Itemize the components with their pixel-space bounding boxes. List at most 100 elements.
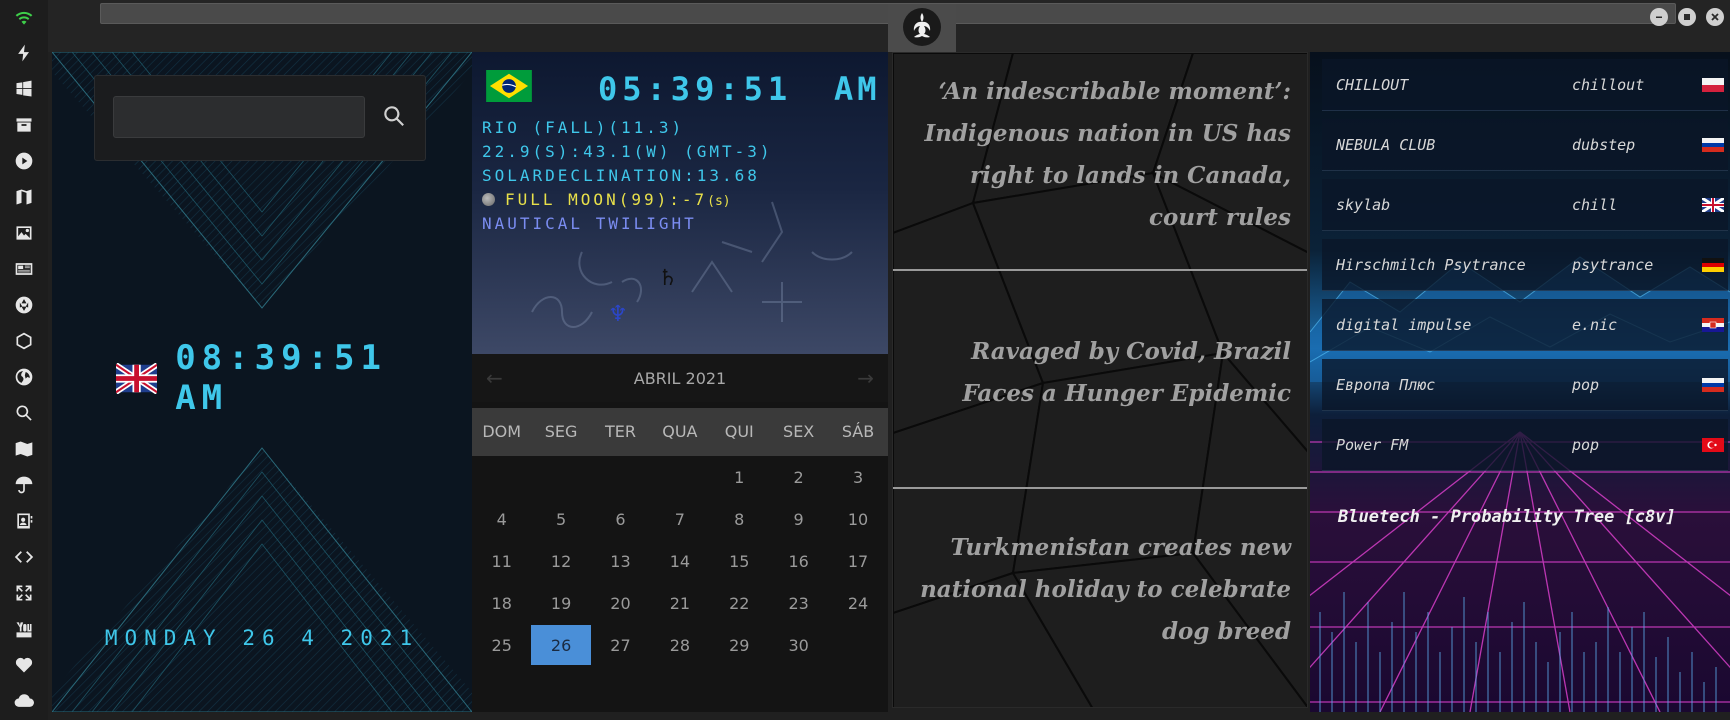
top-bar <box>48 0 1730 52</box>
weekday-label: SEX <box>783 422 815 441</box>
calendar-day[interactable]: 1 <box>710 456 769 498</box>
expand-icon[interactable] <box>12 581 36 605</box>
radio-station-row[interactable]: skylab chill <box>1322 179 1728 231</box>
heart-icon[interactable] <box>12 653 36 677</box>
uk-time: 08:39:51 AM <box>175 338 387 418</box>
next-month-button[interactable]: → <box>857 366 874 390</box>
calendar-day <box>650 456 709 498</box>
calendar-month-title[interactable]: ABRIL 2021 <box>634 369 726 388</box>
calendar-day[interactable]: 24 <box>828 582 887 624</box>
russia-flag-icon <box>1702 137 1724 152</box>
prev-month-button[interactable]: ← <box>486 366 503 390</box>
brazil-flag-icon <box>486 70 532 102</box>
code-icon[interactable] <box>12 545 36 569</box>
radio-station-row[interactable]: Европа Плюс pop <box>1322 359 1728 411</box>
location-line: RIO (FALL)(11.3) <box>482 118 685 137</box>
news-headline[interactable]: Ravaged by Covid, Brazil Faces a Hunger … <box>893 331 1307 415</box>
hexagon-icon[interactable] <box>12 329 36 353</box>
station-name: NEBULA CLUB <box>1336 135 1436 154</box>
calendar-week-row: 123 <box>472 456 888 498</box>
play-icon[interactable] <box>12 149 36 173</box>
news-icon[interactable] <box>12 257 36 281</box>
calendar-day[interactable]: 13 <box>591 540 650 582</box>
uk-clock: 08:39:51 AM <box>116 338 436 418</box>
weekday-header: DOM SEG TER QUA QUI SEX SÁB <box>472 408 888 456</box>
radio-station-row[interactable]: digital impulse e.nic <box>1322 299 1728 351</box>
calendar-day[interactable]: 29 <box>710 624 769 666</box>
weekday-label: DOM <box>482 422 522 441</box>
station-name: Европа Плюс <box>1336 375 1436 394</box>
calendar-header: ← ABRIL 2021 → <box>472 354 888 402</box>
umbrella-icon[interactable] <box>12 473 36 497</box>
calendar-day[interactable]: 18 <box>472 582 531 624</box>
calendar-day[interactable]: 27 <box>591 624 650 666</box>
search-button[interactable] <box>377 98 411 134</box>
calendar-day-today[interactable]: 26 <box>531 625 591 665</box>
calendar-day[interactable]: 10 <box>828 498 887 540</box>
astro-panel: 05:39:51 AM RIO (FALL)(11.3) 22.9(S):43.… <box>472 52 888 354</box>
lightning-icon[interactable] <box>12 41 36 65</box>
rebel-logo-tab[interactable] <box>888 4 956 52</box>
wifi-icon[interactable] <box>12 6 36 30</box>
contact-icon[interactable] <box>12 509 36 533</box>
calendar-day[interactable]: 21 <box>650 582 709 624</box>
image-icon[interactable] <box>12 221 36 245</box>
calendar-day[interactable]: 16 <box>769 540 828 582</box>
calendar-day[interactable]: 23 <box>769 582 828 624</box>
search-box <box>94 75 426 161</box>
search-icon[interactable] <box>12 401 36 425</box>
station-name: Hirschmilch Psytrance <box>1336 255 1526 274</box>
archive-icon[interactable] <box>12 113 36 137</box>
station-genre: chillout <box>1572 75 1645 94</box>
station-name: skylab <box>1336 195 1391 214</box>
station-genre: pop <box>1572 375 1600 394</box>
calendar-day[interactable]: 30 <box>769 624 828 666</box>
calendar-day[interactable]: 19 <box>531 582 590 624</box>
minimize-button[interactable] <box>1650 8 1668 26</box>
calendar-day[interactable]: 6 <box>591 498 650 540</box>
radio-station-row[interactable]: NEBULA CLUB dubstep <box>1322 119 1728 171</box>
calendar-day[interactable]: 9 <box>769 498 828 540</box>
close-button[interactable] <box>1706 8 1724 26</box>
cloud-icon[interactable] <box>12 689 36 713</box>
search-input[interactable] <box>113 96 365 138</box>
news-headline[interactable]: ‘An indescribable moment’: Indigenous na… <box>893 71 1307 239</box>
calendar-day[interactable]: 2 <box>769 456 828 498</box>
map-icon[interactable] <box>12 437 36 461</box>
saturn-symbol-icon: ♄ <box>658 266 678 291</box>
calendar-day[interactable]: 7 <box>650 498 709 540</box>
calendar-day[interactable]: 28 <box>650 624 709 666</box>
calendar-day[interactable]: 14 <box>650 540 709 582</box>
calendar-day[interactable]: 25 <box>472 624 531 666</box>
aperture-icon[interactable] <box>12 293 36 317</box>
radio-station-row[interactable]: Hirschmilch Psytrance psytrance <box>1322 239 1728 291</box>
globe-icon[interactable] <box>12 365 36 389</box>
youtube-icon[interactable] <box>12 617 36 641</box>
calendar-day[interactable]: 4 <box>472 498 531 540</box>
calendar-day[interactable]: 22 <box>710 582 769 624</box>
news-headline[interactable]: Turkmenistan creates new national holida… <box>893 527 1307 653</box>
map-book-icon[interactable] <box>12 185 36 209</box>
calendar-day[interactable]: 20 <box>591 582 650 624</box>
calendar-day[interactable]: 8 <box>710 498 769 540</box>
calendar-day[interactable]: 17 <box>828 540 887 582</box>
moon-phase-suffix: (s) <box>707 194 731 209</box>
radio-station-row[interactable]: Power FM pop <box>1322 419 1728 471</box>
croatia-flag-icon <box>1702 317 1724 332</box>
calendar-day[interactable]: 5 <box>531 498 590 540</box>
calendar-grid: 1 2 3 4 5 6 7 8 9 10 11 12 13 14 15 16 17 18 19 20 21 22 23 24 2… <box>472 456 888 666</box>
calendar-day[interactable]: 15 <box>710 540 769 582</box>
calendar-day[interactable]: 12 <box>531 540 590 582</box>
calendar-day[interactable]: 3 <box>828 456 887 498</box>
radio-station-row[interactable]: CHILLOUT chillout <box>1322 59 1728 111</box>
windows-icon[interactable] <box>12 77 36 101</box>
station-genre: psytrance <box>1572 255 1654 274</box>
weekday-label: TER <box>604 422 636 441</box>
turkey-flag-icon <box>1702 437 1724 452</box>
calendar-day[interactable]: 11 <box>472 540 531 582</box>
maximize-button[interactable] <box>1678 8 1696 26</box>
news-panel: ‘An indescribable moment’: Indigenous na… <box>892 52 1308 708</box>
station-name: Power FM <box>1336 435 1409 454</box>
uk-flag-icon <box>116 362 158 394</box>
rio-time: 05:39:51 <box>598 70 793 108</box>
